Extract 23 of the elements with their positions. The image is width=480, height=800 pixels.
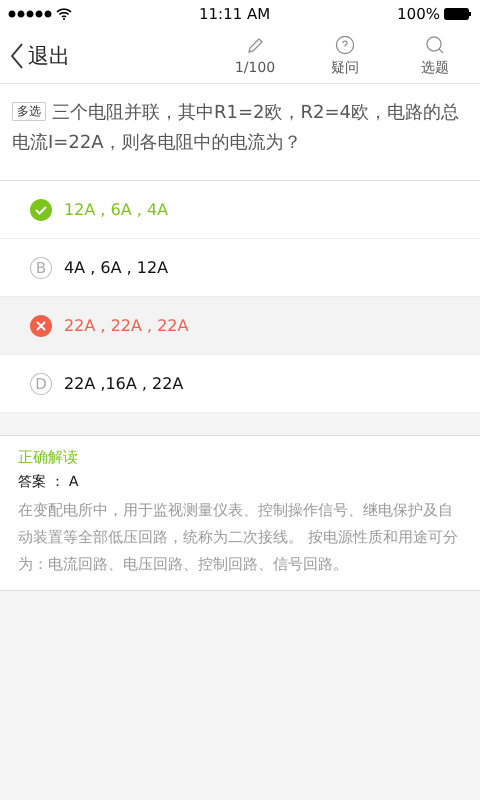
- option-letter: B: [30, 256, 52, 278]
- battery-percent: 100%: [397, 5, 440, 23]
- answer-option[interactable]: D 22A ,16A , 22A: [0, 355, 480, 413]
- back-chevron-icon: [10, 42, 24, 68]
- toolbar-button[interactable]: 1/100: [210, 34, 300, 76]
- pencil-icon: [245, 36, 265, 56]
- cross-icon: [30, 314, 52, 336]
- question-icon: [335, 34, 355, 54]
- back-button[interactable]: 退出: [0, 42, 210, 70]
- signal-icon: [8, 10, 52, 18]
- toolbar-button[interactable]: 疑问: [300, 34, 390, 78]
- question-text: 多选 三个电阻并联，其中R1=2欧，R2=4欧，电路的总电流I=22A，则各电阻中的电流为？: [12, 101, 460, 155]
- answer-text: 答案 ： A: [18, 473, 80, 491]
- wifi-icon: [56, 8, 72, 20]
- status-time: 11:11 AM: [198, 5, 270, 23]
- explanation-text: 在变配电所中，用于监视测量仪表、控制操作信号、继电保护及自动装置等全部低压回路，统称为二次接线。 按电源性质和用途可分为：电流回路、电压回路、控制回路、信号回路。: [18, 500, 459, 575]
- battery-icon: [444, 8, 472, 20]
- toolbar-button[interactable]: 选题: [390, 34, 480, 78]
- check-icon: [30, 198, 52, 220]
- option-letter: D: [30, 372, 52, 394]
- explanation-title: 正确解读: [18, 448, 79, 467]
- answer-option[interactable]: B 4A , 6A , 12A: [0, 239, 480, 297]
- search-icon: [425, 34, 445, 54]
